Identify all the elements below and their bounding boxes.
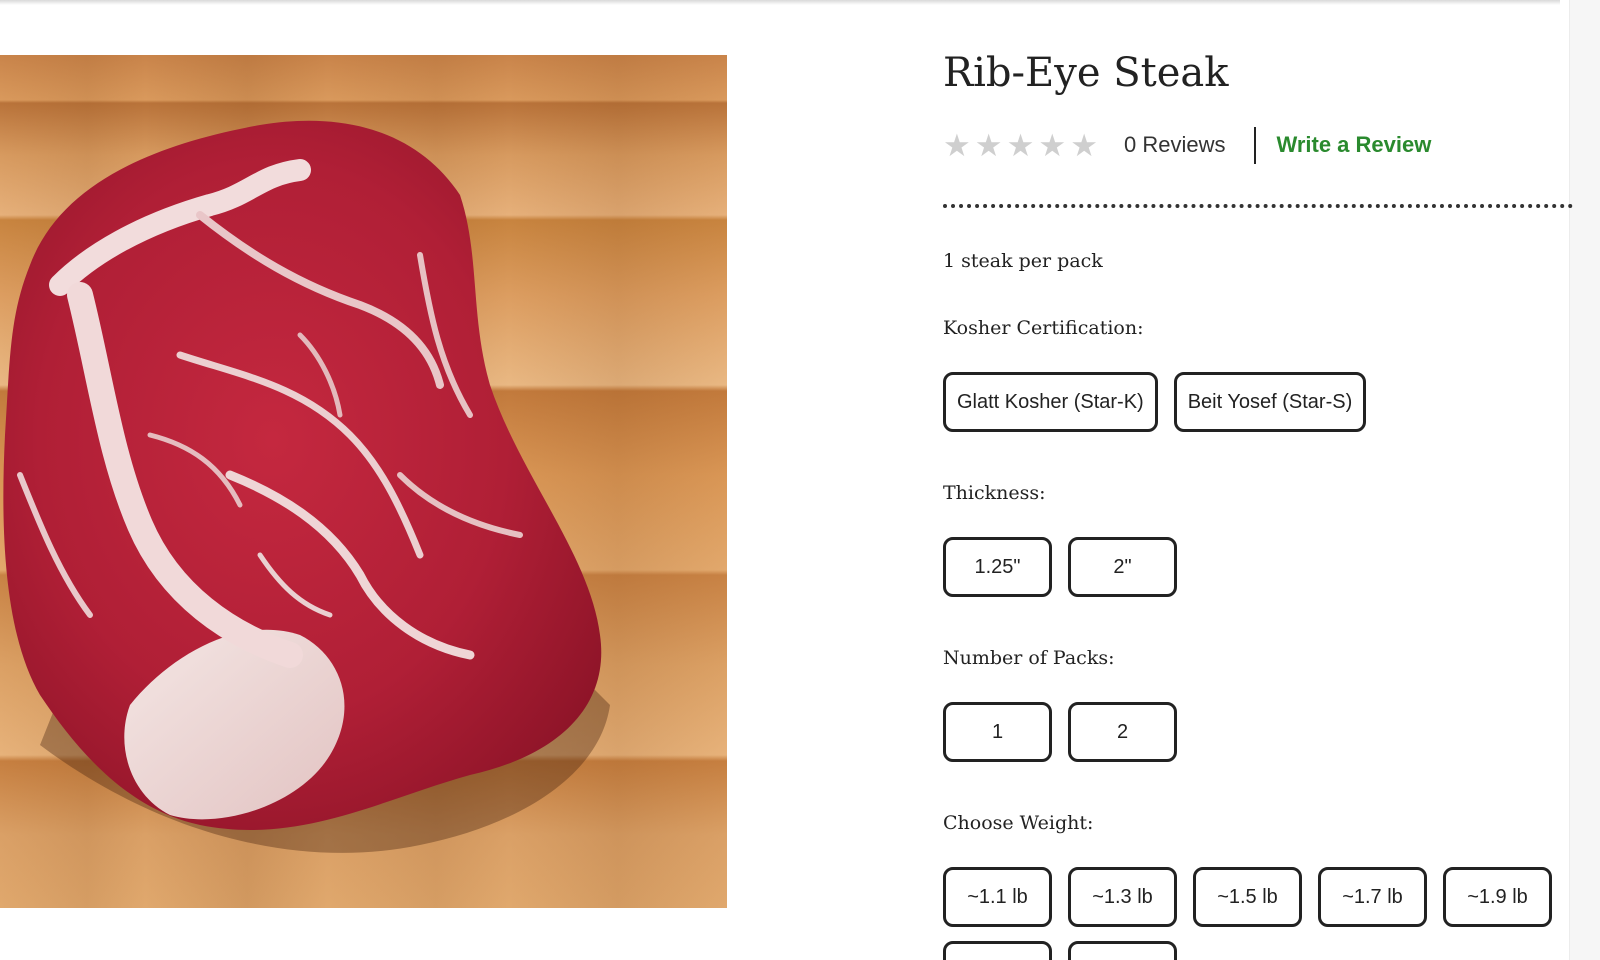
product-title: Rib-Eye Steak (943, 50, 1229, 96)
kosher-option-star-k[interactable]: Glatt Kosher (Star-K) (943, 372, 1158, 432)
kosher-option-star-s[interactable]: Beit Yosef (Star-S) (1173, 372, 1367, 432)
choose-weight-label: Choose Weight: (943, 812, 1094, 834)
thickness-option-2[interactable]: 2" (1068, 537, 1177, 597)
weight-option-partial[interactable] (1068, 941, 1177, 960)
steak-illustration (3, 120, 610, 853)
thickness-option-1-25[interactable]: 1.25" (943, 537, 1052, 597)
dotted-divider (943, 204, 1573, 208)
kosher-certification-label: Kosher Certification: (943, 317, 1144, 339)
product-details: Rib-Eye Steak ★ ★ ★ ★ ★ 0 Reviews Write … (943, 40, 1573, 960)
top-bar-shadow (0, 0, 1560, 5)
star-icon[interactable]: ★ (1007, 130, 1035, 161)
page-edge (1569, 0, 1600, 960)
weight-options: ~1.1 lb ~1.3 lb ~1.5 lb ~1.7 lb ~1.9 lb (943, 867, 1573, 927)
divider (1254, 126, 1257, 164)
weight-options-overflow (943, 941, 1573, 960)
packs-option-2[interactable]: 2 (1068, 702, 1177, 762)
number-of-packs-label: Number of Packs: (943, 647, 1115, 669)
thickness-options: 1.25" 2" (943, 537, 1573, 597)
rating-row: ★ ★ ★ ★ ★ 0 Reviews Write a Review (943, 125, 1573, 165)
kosher-options: Glatt Kosher (Star-K) Beit Yosef (Star-S… (943, 372, 1573, 432)
weight-option-1-7[interactable]: ~1.7 lb (1318, 867, 1427, 927)
weight-option-1-5[interactable]: ~1.5 lb (1193, 867, 1302, 927)
weight-option-1-1[interactable]: ~1.1 lb (943, 867, 1052, 927)
weight-option-partial[interactable] (943, 941, 1052, 960)
star-icon[interactable]: ★ (1038, 130, 1066, 161)
packs-options: 1 2 (943, 702, 1573, 762)
weight-option-1-9[interactable]: ~1.9 lb (1443, 867, 1552, 927)
weight-option-1-3[interactable]: ~1.3 lb (1068, 867, 1177, 927)
review-count[interactable]: 0 Reviews (1124, 132, 1225, 158)
star-icon[interactable]: ★ (975, 130, 1003, 161)
write-review-link[interactable]: Write a Review (1276, 132, 1431, 158)
product-image[interactable] (0, 55, 727, 908)
star-icon[interactable]: ★ (943, 130, 971, 161)
star-icon[interactable]: ★ (1070, 130, 1098, 161)
pack-info: 1 steak per pack (943, 250, 1103, 272)
packs-option-1[interactable]: 1 (943, 702, 1052, 762)
thickness-label: Thickness: (943, 482, 1046, 504)
star-rating[interactable]: ★ ★ ★ ★ ★ (943, 130, 1098, 161)
